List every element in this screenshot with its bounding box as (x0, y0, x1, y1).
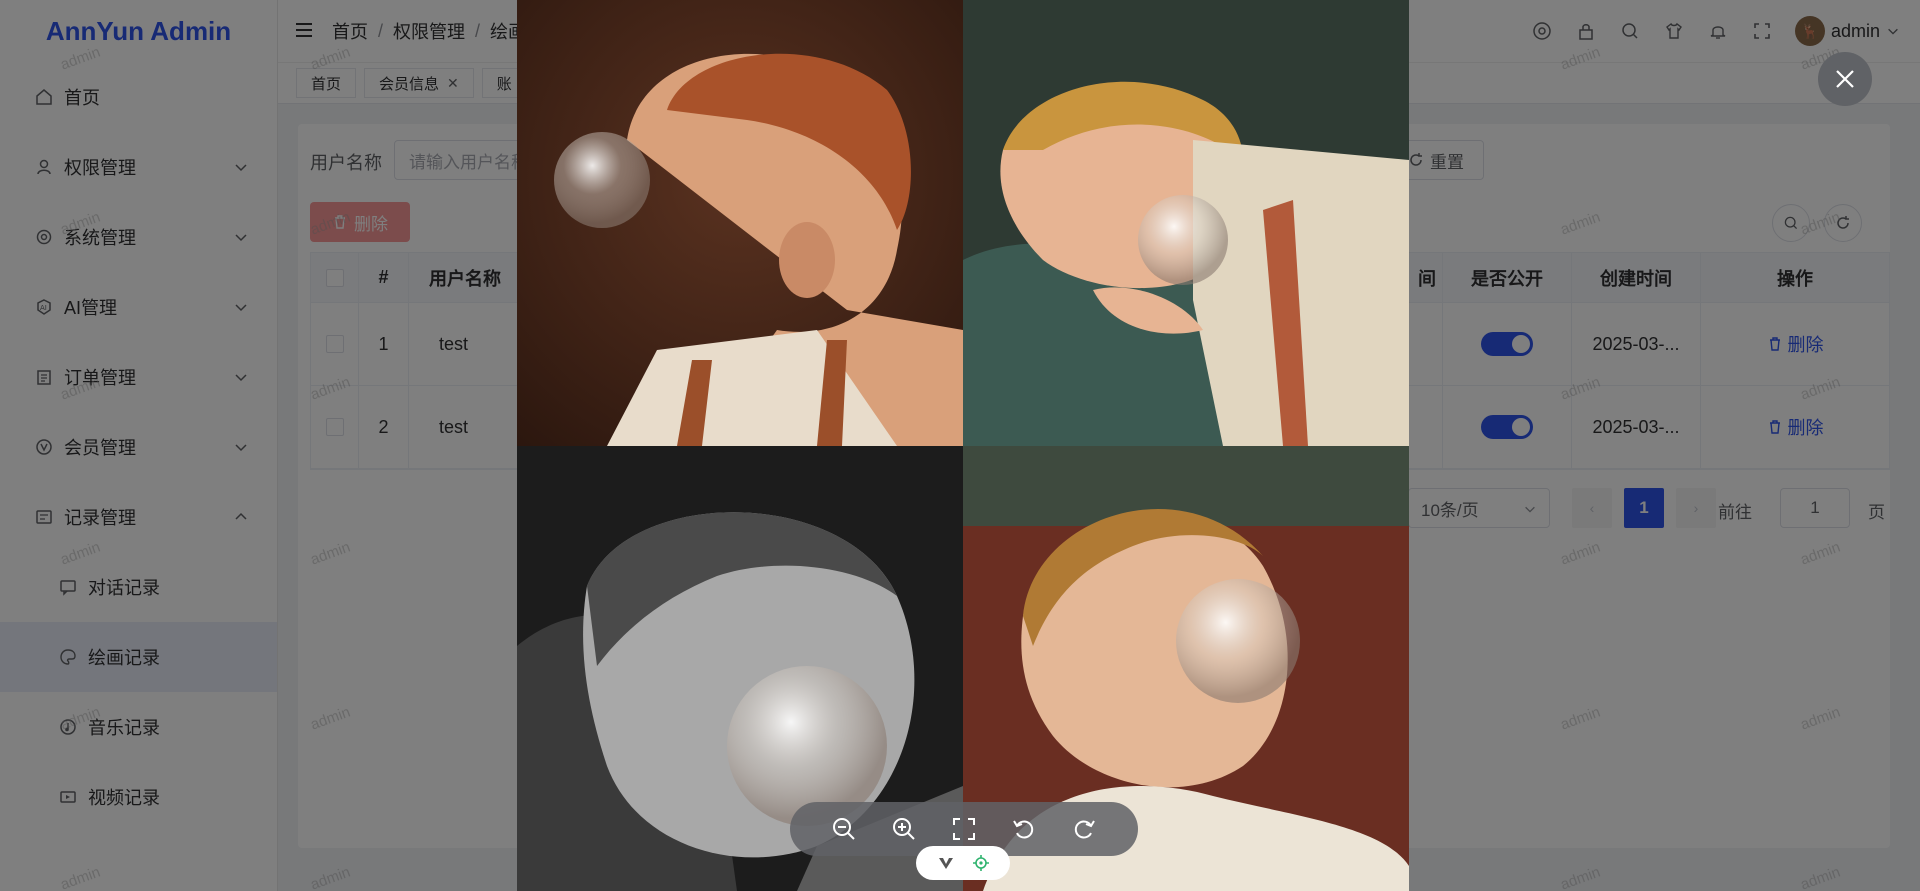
zoom-in-button[interactable] (889, 814, 919, 844)
extension-widget[interactable] (916, 846, 1010, 880)
close-icon (1836, 70, 1854, 88)
crosshair-icon[interactable] (972, 854, 990, 872)
rotate-left-button[interactable] (1009, 814, 1039, 844)
generated-image-2 (963, 0, 1409, 446)
rotate-right-button[interactable] (1069, 814, 1099, 844)
fit-screen-button[interactable] (949, 814, 979, 844)
close-viewer-button[interactable] (1818, 52, 1872, 106)
image-viewer (517, 0, 1409, 891)
rotate-right-icon (1074, 820, 1095, 839)
generated-image-1 (517, 0, 963, 446)
rotate-left-icon (1013, 820, 1034, 839)
zoom-in-icon (893, 818, 915, 840)
v-logo-icon[interactable] (937, 854, 955, 872)
fullscreen-icon (953, 818, 975, 840)
zoom-out-icon (833, 818, 855, 840)
zoom-out-button[interactable] (829, 814, 859, 844)
